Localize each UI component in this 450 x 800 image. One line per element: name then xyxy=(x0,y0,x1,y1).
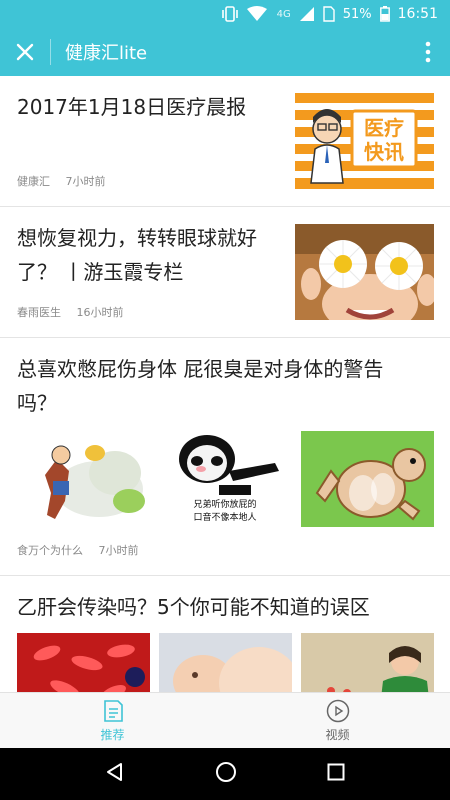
article-source: 春雨医生 xyxy=(17,306,61,319)
app-screen: 4G 51% 16:51 健康汇lite 2017年1月18日医疗晨报 健康汇 xyxy=(0,0,450,800)
network-type: 4G xyxy=(276,8,291,20)
article-image xyxy=(17,633,150,692)
wifi-icon xyxy=(246,6,267,22)
back-button[interactable] xyxy=(105,762,125,786)
battery-icon xyxy=(379,6,390,22)
close-button[interactable] xyxy=(0,28,50,76)
article-meta: 春雨医生 16小时前 xyxy=(17,304,124,320)
article-item[interactable]: 总喜欢憋屁伤身体 屁很臭是对身体的警告 吗？ 兄弟听你放屁的 口音不像本地人 食… xyxy=(0,338,450,576)
news-feed[interactable]: 2017年1月18日医疗晨报 健康汇 7小时前 医疗 快讯 想恢复视力，转转眼球… xyxy=(0,76,450,692)
article-item[interactable]: 想恢复视力，转转眼球就好 了？ 丨游玉霞专栏 春雨医生 16小时前 xyxy=(0,207,450,338)
article-title-line: 吗？ xyxy=(17,391,57,415)
back-triangle-icon xyxy=(107,763,122,781)
article-title: 2017年1月18日医疗晨报 xyxy=(17,95,247,119)
tab-recommend[interactable]: 推荐 xyxy=(0,693,225,748)
article-image: 兄弟听你放屁的 口音不像本地人 xyxy=(159,431,292,527)
status-bar: 4G 51% 16:51 xyxy=(0,0,450,28)
more-vert-icon xyxy=(425,41,431,63)
sim-icon xyxy=(323,6,335,22)
tab-label: 视频 xyxy=(325,727,350,742)
play-icon xyxy=(326,699,349,722)
home-button[interactable] xyxy=(215,761,237,787)
meme-caption-1: 兄弟听你放屁的 xyxy=(193,498,256,510)
system-nav-bar xyxy=(0,748,450,800)
home-circle-icon xyxy=(216,762,236,782)
article-item[interactable]: 乙肝会传染吗？5个你可能不知道的误区 xyxy=(0,576,450,692)
article-source: 食万个为什么 xyxy=(17,544,83,557)
article-image xyxy=(17,431,150,527)
article-time: 7小时前 xyxy=(65,175,106,188)
article-title: 乙肝会传染吗？5个你可能不知道的误区 xyxy=(17,595,370,619)
article-title: 想恢复视力，转转眼球就好 了？ 丨游玉霞专栏 xyxy=(17,221,257,289)
article-thumbnail: 医疗 快讯 xyxy=(295,93,434,189)
signal-icon xyxy=(299,6,315,22)
article-time: 7小时前 xyxy=(98,544,139,557)
more-options-button[interactable] xyxy=(406,28,450,76)
article-image xyxy=(159,633,292,692)
article-title: 总喜欢憋屁伤身体 屁很臭是对身体的警告 吗？ xyxy=(17,352,383,420)
article-title-line: 想恢复视力，转转眼球就好 xyxy=(17,226,257,250)
recents-button[interactable] xyxy=(327,763,345,785)
article-thumbnail xyxy=(295,224,434,320)
recents-square-icon xyxy=(327,763,345,781)
close-icon xyxy=(16,43,34,61)
battery-percent: 51% xyxy=(342,6,372,22)
article-time: 16小时前 xyxy=(76,306,124,319)
header-divider xyxy=(50,39,51,65)
document-icon xyxy=(103,699,123,722)
article-meta: 健康汇 7小时前 xyxy=(17,173,106,189)
tab-video[interactable]: 视频 xyxy=(225,693,450,748)
thumb-text-1: 医疗 xyxy=(364,116,404,140)
clock: 16:51 xyxy=(397,6,438,22)
thumb-text-2: 快讯 xyxy=(364,140,404,164)
app-header: 健康汇lite xyxy=(0,28,450,76)
meme-caption-2: 口音不像本地人 xyxy=(193,511,256,523)
article-image xyxy=(301,633,434,692)
article-title-line: 总喜欢憋屁伤身体 屁很臭是对身体的警告 xyxy=(17,357,384,381)
article-source: 健康汇 xyxy=(17,175,50,188)
article-title-line: 了？ 丨游玉霞专栏 xyxy=(17,260,184,284)
page-title: 健康汇lite xyxy=(65,43,148,64)
vibrate-icon xyxy=(221,6,239,22)
article-meta: 食万个为什么 7小时前 xyxy=(17,542,139,558)
article-image xyxy=(301,431,434,527)
tab-label: 推荐 xyxy=(100,727,125,742)
article-item[interactable]: 2017年1月18日医疗晨报 健康汇 7小时前 医疗 快讯 xyxy=(0,76,450,207)
bottom-nav: 推荐 视频 xyxy=(0,692,450,748)
